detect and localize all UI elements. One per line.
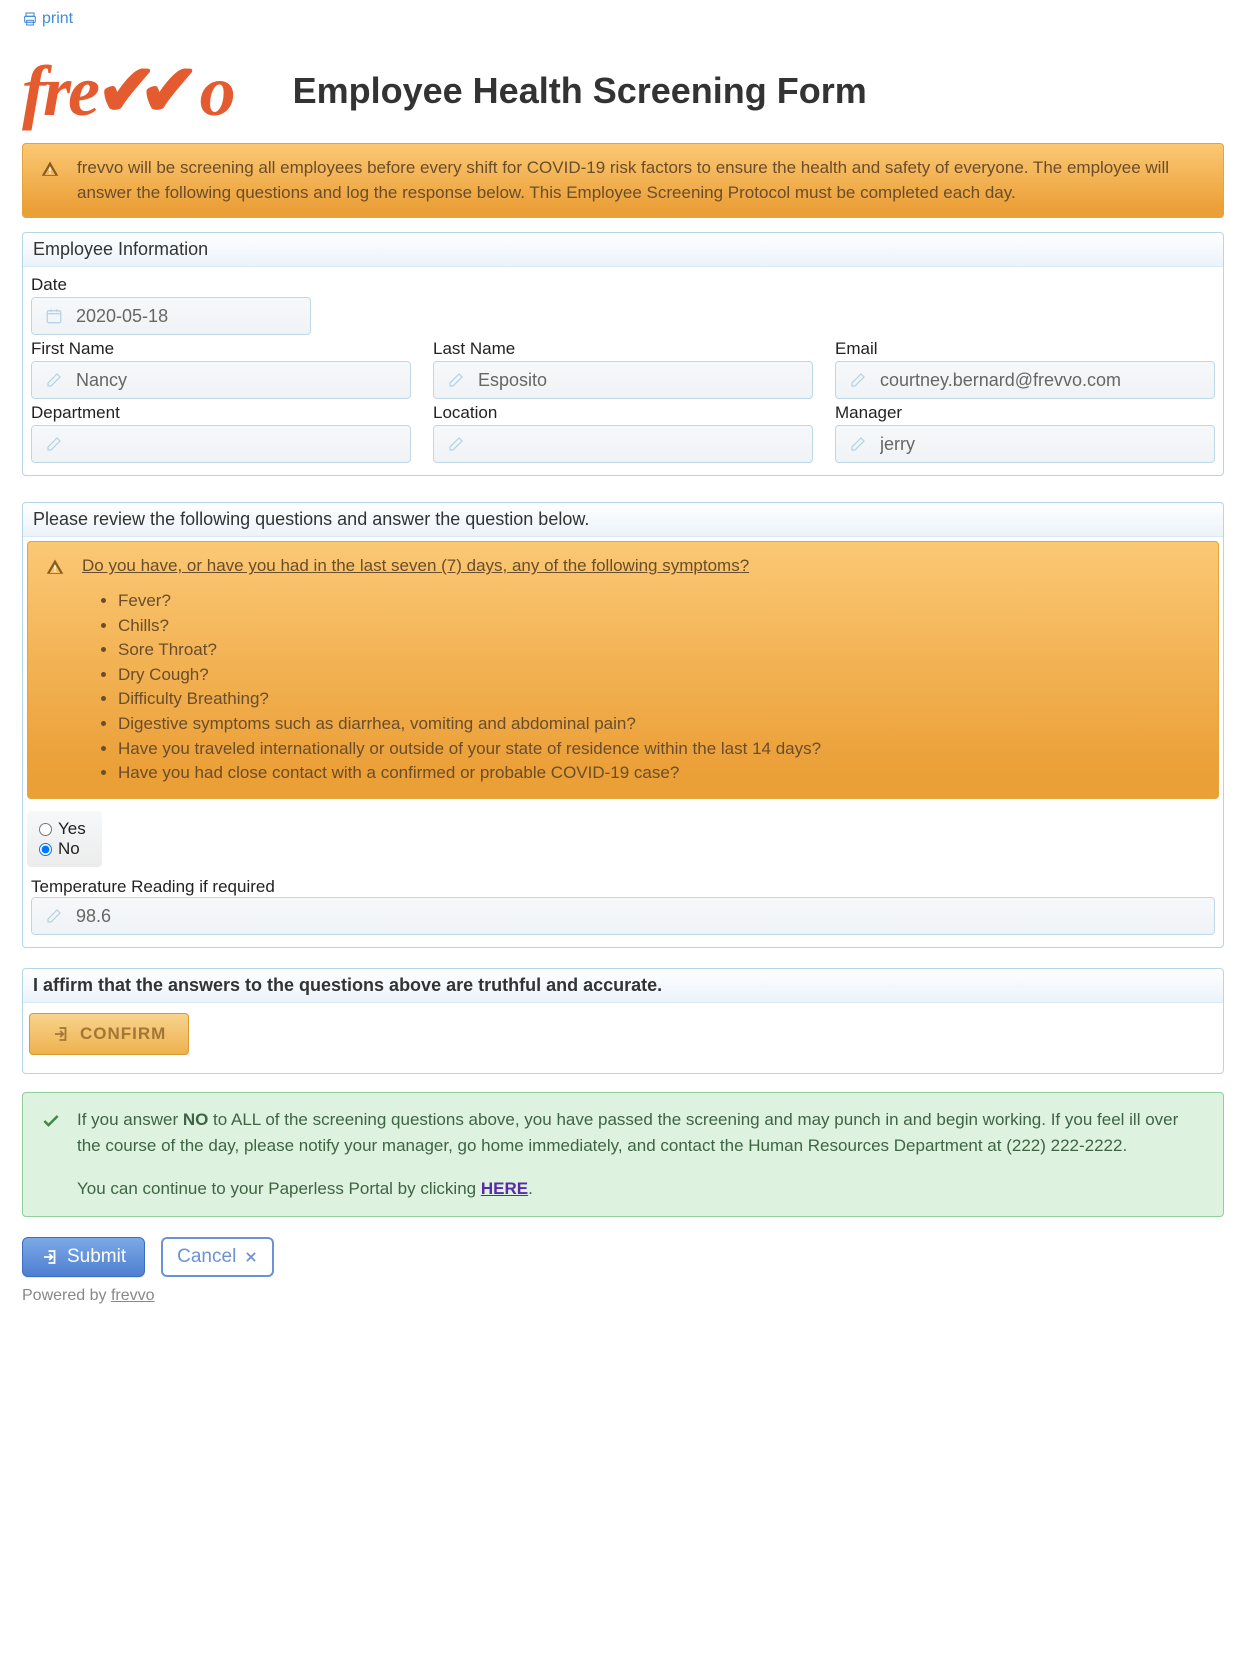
question-item: Have you traveled internationally or out…	[118, 737, 821, 762]
edit-icon	[45, 371, 63, 389]
here-link[interactable]: HERE	[481, 1179, 528, 1198]
questions-heading: Do you have, or have you had in the last…	[82, 554, 821, 579]
date-input[interactable]	[31, 297, 311, 335]
question-item: Digestive symptoms such as diarrhea, vom…	[118, 712, 821, 737]
email-label: Email	[835, 339, 1215, 359]
warning-icon	[46, 558, 64, 576]
logo: fre✔✔o	[22, 48, 233, 133]
temperature-label: Temperature Reading if required	[31, 877, 275, 896]
location-label: Location	[433, 403, 813, 423]
success-message: If you answer NO to ALL of the screening…	[77, 1107, 1205, 1202]
last-name-input[interactable]	[433, 361, 813, 399]
close-icon	[244, 1250, 258, 1264]
edit-icon	[849, 435, 867, 453]
page-title: Employee Health Screening Form	[293, 70, 1224, 112]
header: fre✔✔o Employee Health Screening Form	[22, 48, 1224, 133]
department-label: Department	[31, 403, 411, 423]
print-label: print	[42, 10, 73, 28]
affirm-title: I affirm that the answers to the questio…	[23, 969, 1223, 1003]
manager-label: Manager	[835, 403, 1215, 423]
arrow-out-icon	[41, 1248, 59, 1266]
calendar-icon	[45, 307, 63, 325]
questions-alert: Do you have, or have you had in the last…	[27, 541, 1219, 799]
edit-icon	[849, 371, 867, 389]
intro-alert-text: frevvo will be screening all employees b…	[77, 156, 1205, 205]
email-input[interactable]	[835, 361, 1215, 399]
check-icon	[41, 1111, 61, 1131]
confirm-button[interactable]: CONFIRM	[29, 1013, 189, 1055]
last-name-label: Last Name	[433, 339, 813, 359]
employee-info-panel: Employee Information Date First Name Las…	[22, 232, 1224, 476]
yes-radio[interactable]	[39, 823, 52, 836]
first-name-input[interactable]	[31, 361, 411, 399]
edit-icon	[447, 435, 465, 453]
temperature-input[interactable]	[31, 897, 1215, 935]
question-item: Dry Cough?	[118, 663, 821, 688]
yes-no-group: Yes No	[27, 811, 102, 867]
cancel-button[interactable]: Cancel	[161, 1237, 274, 1277]
edit-icon	[45, 907, 63, 925]
submit-button[interactable]: Submit	[22, 1237, 145, 1277]
department-input[interactable]	[31, 425, 411, 463]
print-icon	[22, 11, 38, 27]
yes-label: Yes	[58, 819, 86, 839]
confirm-label: CONFIRM	[80, 1024, 166, 1044]
first-name-label: First Name	[31, 339, 411, 359]
question-item: Chills?	[118, 614, 821, 639]
location-input[interactable]	[433, 425, 813, 463]
questions-title: Please review the following questions an…	[23, 503, 1223, 537]
arrow-right-icon	[52, 1025, 70, 1043]
action-row: Submit Cancel	[22, 1237, 1224, 1277]
question-item: Fever?	[118, 589, 821, 614]
print-link[interactable]: print	[22, 10, 1224, 28]
employee-info-title: Employee Information	[23, 233, 1223, 267]
submit-label: Submit	[67, 1246, 126, 1268]
intro-alert: frevvo will be screening all employees b…	[22, 143, 1224, 218]
edit-icon	[447, 371, 465, 389]
questions-list: Fever?Chills?Sore Throat?Dry Cough?Diffi…	[118, 589, 821, 786]
no-label: No	[58, 839, 80, 859]
no-radio[interactable]	[39, 843, 52, 856]
edit-icon	[45, 435, 63, 453]
question-item: Have you had close contact with a confir…	[118, 761, 821, 786]
date-label: Date	[31, 275, 311, 295]
manager-input[interactable]	[835, 425, 1215, 463]
frevvo-link[interactable]: frevvo	[111, 1287, 155, 1304]
question-item: Difficulty Breathing?	[118, 687, 821, 712]
affirm-panel: I affirm that the answers to the questio…	[22, 968, 1224, 1074]
success-box: If you answer NO to ALL of the screening…	[22, 1092, 1224, 1217]
questions-panel: Please review the following questions an…	[22, 502, 1224, 948]
question-item: Sore Throat?	[118, 638, 821, 663]
warning-icon	[41, 160, 59, 178]
footer: Powered by frevvo	[22, 1287, 1224, 1305]
cancel-label: Cancel	[177, 1246, 236, 1268]
